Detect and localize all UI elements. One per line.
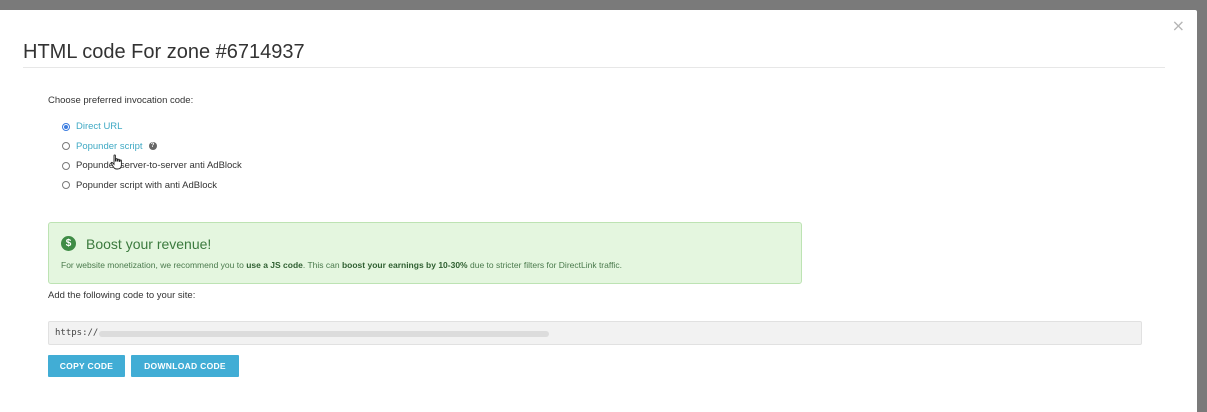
copy-code-button[interactable]: COPY CODE	[48, 355, 125, 377]
code-field[interactable]: https://	[48, 321, 1142, 345]
radio-option-direct-url[interactable]: Direct URL	[62, 117, 242, 137]
radio-option-s2s-anti-adblock[interactable]: Popunder server-to-server anti AdBlock	[62, 156, 242, 176]
alert-bold-earnings: boost your earnings by 10-30%	[341, 260, 468, 270]
close-icon[interactable]: ×	[1172, 18, 1185, 34]
alert-text-part: due to stricter filters for DirectLink t…	[467, 260, 622, 270]
boost-revenue-alert: $ Boost your revenue! For website moneti…	[48, 222, 802, 284]
radio-button-popunder-script[interactable]	[62, 142, 70, 151]
alert-bold-js-code: use a JS code	[246, 260, 303, 270]
radio-button-s2s-anti-adblock[interactable]	[62, 161, 70, 170]
alert-text-part: . This can	[302, 260, 342, 270]
radio-label-direct-url[interactable]: Direct URL	[76, 121, 122, 132]
radio-label-popunder-script[interactable]: Popunder script	[76, 141, 143, 152]
dollar-icon: $	[61, 236, 76, 251]
modal-title: HTML code For zone #6714937	[23, 41, 305, 63]
add-code-label: Add the following code to your site:	[48, 290, 196, 301]
hand-pointer-cursor-icon	[110, 154, 122, 170]
radio-option-popunder-script[interactable]: Popunder script ?	[62, 137, 242, 157]
radio-button-script-anti-adblock[interactable]	[62, 181, 70, 190]
radio-option-script-anti-adblock[interactable]: Popunder script with anti AdBlock	[62, 176, 242, 196]
help-icon[interactable]: ?	[148, 142, 157, 151]
alert-text-part: For website monetization, we recommend y…	[61, 260, 247, 270]
modal-dialog: × HTML code For zone #6714937 Choose pre…	[0, 10, 1197, 412]
title-divider	[23, 67, 1165, 68]
radio-button-direct-url[interactable]	[62, 122, 70, 131]
alert-title: Boost your revenue!	[86, 236, 212, 252]
radio-label-script-anti-adblock[interactable]: Popunder script with anti AdBlock	[76, 180, 217, 191]
alert-message: For website monetization, we recommend y…	[61, 260, 622, 270]
code-prefix: https://	[55, 328, 99, 338]
invocation-label: Choose preferred invocation code:	[48, 95, 194, 106]
redacted-code-blur	[99, 331, 549, 337]
invocation-radio-group: Direct URL Popunder script ? Popunder se…	[62, 117, 242, 195]
download-code-button[interactable]: DOWNLOAD CODE	[131, 355, 239, 377]
radio-label-s2s-anti-adblock[interactable]: Popunder server-to-server anti AdBlock	[76, 160, 242, 171]
